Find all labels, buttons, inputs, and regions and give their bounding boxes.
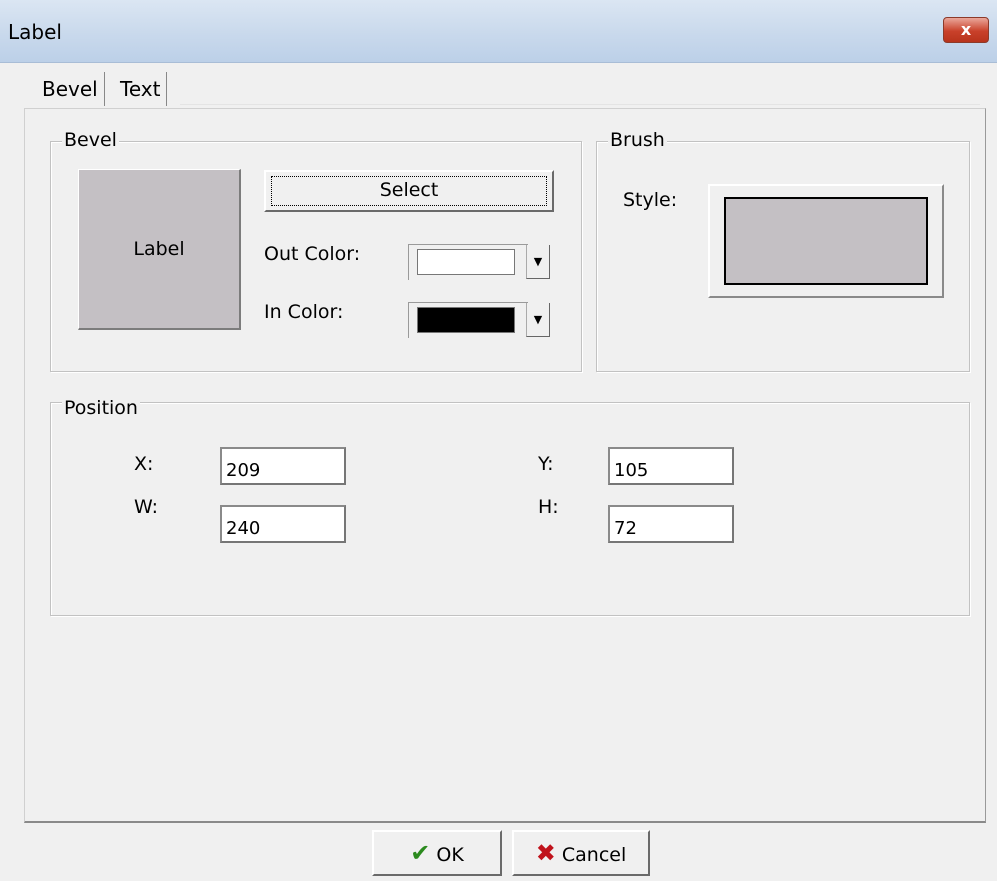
out-color-dropdown-button[interactable]: ▼ [526,245,550,279]
close-button[interactable]: x [943,17,989,43]
bevel-group-legend: Bevel [62,129,119,151]
out-color-label: Out Color: [264,243,361,265]
cancel-button[interactable]: ✖ Cancel [512,830,650,876]
y-label: Y: [538,453,554,475]
x-field[interactable] [220,447,346,485]
y-field[interactable] [608,447,734,485]
ok-button[interactable]: ✔ OK [372,830,502,876]
h-field[interactable] [608,505,734,543]
position-group [50,402,970,616]
select-button[interactable]: Select [264,170,554,212]
w-label: W: [134,496,159,518]
bevel-preview-label: Label [133,238,185,260]
chevron-down-icon: ▼ [533,255,543,268]
x-mark-icon: ✖ [535,839,556,867]
focus-rectangle [271,176,547,206]
ok-button-label: OK [436,844,464,866]
in-color-label: In Color: [264,301,344,323]
window-title: Label [8,20,62,44]
x-label: X: [134,453,154,475]
tab-strip-divider [180,104,980,105]
out-color-swatch [417,249,515,275]
bevel-preview: Label [78,169,241,330]
style-label: Style: [623,189,678,211]
position-group-legend: Position [62,397,140,419]
title-bar [0,0,997,63]
h-label: H: [538,496,559,518]
in-color-dropdown-button[interactable]: ▼ [526,303,550,337]
tab-bevel[interactable]: Bevel [36,72,105,106]
tab-text[interactable]: Text [114,72,168,106]
checkmark-icon: ✔ [410,839,431,867]
close-icon: x [960,20,972,39]
brush-style-swatch [724,197,928,285]
cancel-button-label: Cancel [561,844,627,866]
in-color-swatch [417,307,515,333]
chevron-down-icon: ▼ [533,313,543,326]
w-field[interactable] [220,505,346,543]
brush-group-legend: Brush [608,129,667,151]
